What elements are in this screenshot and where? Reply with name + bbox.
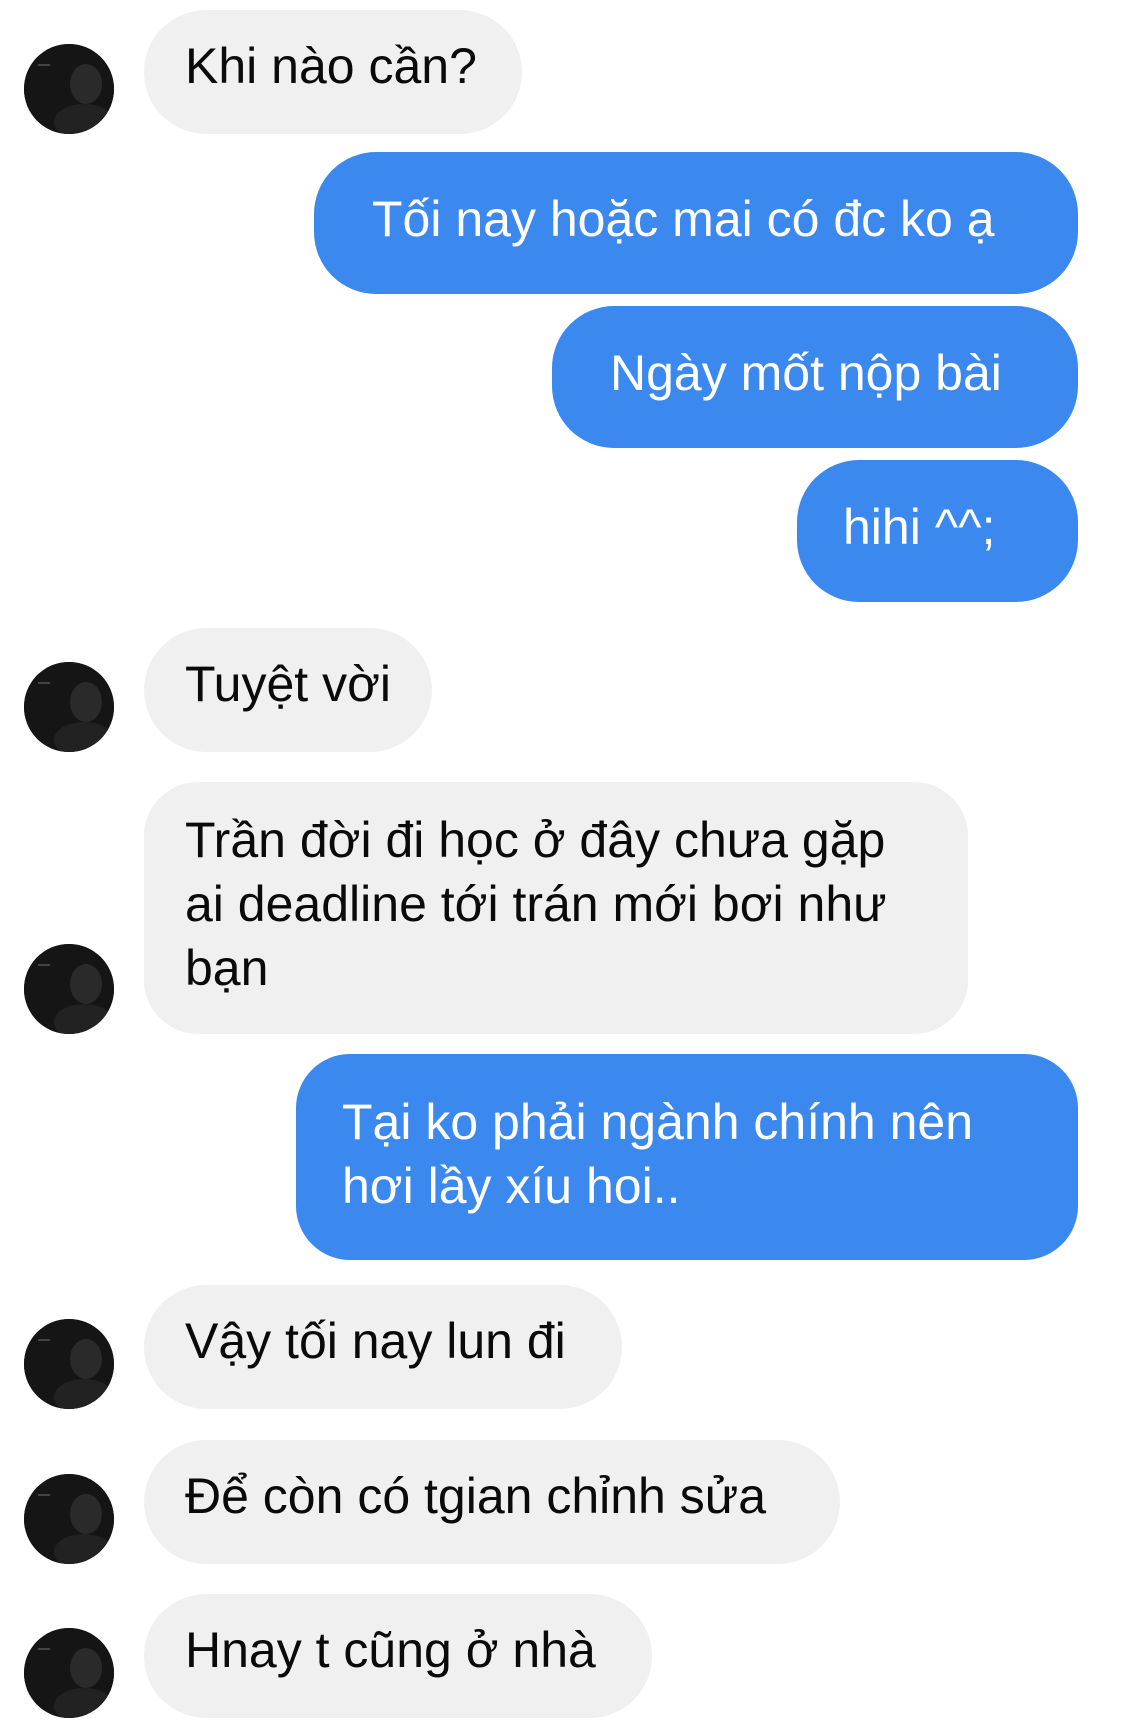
avatar-photo-icon <box>24 1474 114 1564</box>
incoming-message-bubble[interactable]: Khi nào cần? <box>144 10 522 134</box>
outgoing-message-bubble[interactable]: Tại ko phải ngành chính nên hơi lầy xíu … <box>296 1054 1078 1260</box>
avatar-photo-icon <box>24 1319 114 1409</box>
incoming-message-bubble[interactable]: Tuyệt vời <box>144 628 432 752</box>
avatar-photo-icon <box>24 944 114 1034</box>
contact-avatar[interactable] <box>24 1474 114 1564</box>
outgoing-message-bubble[interactable]: hihi ^^; <box>797 460 1078 602</box>
contact-avatar[interactable] <box>24 1319 114 1409</box>
contact-avatar[interactable] <box>24 944 114 1034</box>
outgoing-message-bubble[interactable]: Tối nay hoặc mai có đc ko ạ <box>314 152 1078 294</box>
avatar-photo-icon <box>24 662 114 752</box>
contact-avatar[interactable] <box>24 1628 114 1718</box>
outgoing-message-bubble[interactable]: Ngày mốt nộp bài <box>552 306 1078 448</box>
incoming-message-bubble[interactable]: Để còn có tgian chỉnh sửa <box>144 1440 840 1564</box>
incoming-message-bubble[interactable]: Hnay t cũng ở nhà <box>144 1594 652 1718</box>
contact-avatar[interactable] <box>24 662 114 752</box>
incoming-message-bubble[interactable]: Vậy tối nay lun đi <box>144 1285 622 1409</box>
avatar-photo-icon <box>24 1628 114 1718</box>
contact-avatar[interactable] <box>24 44 114 134</box>
incoming-message-bubble[interactable]: Trần đời đi học ở đây chưa gặp ai deadli… <box>144 782 968 1034</box>
avatar-photo-icon <box>24 44 114 134</box>
